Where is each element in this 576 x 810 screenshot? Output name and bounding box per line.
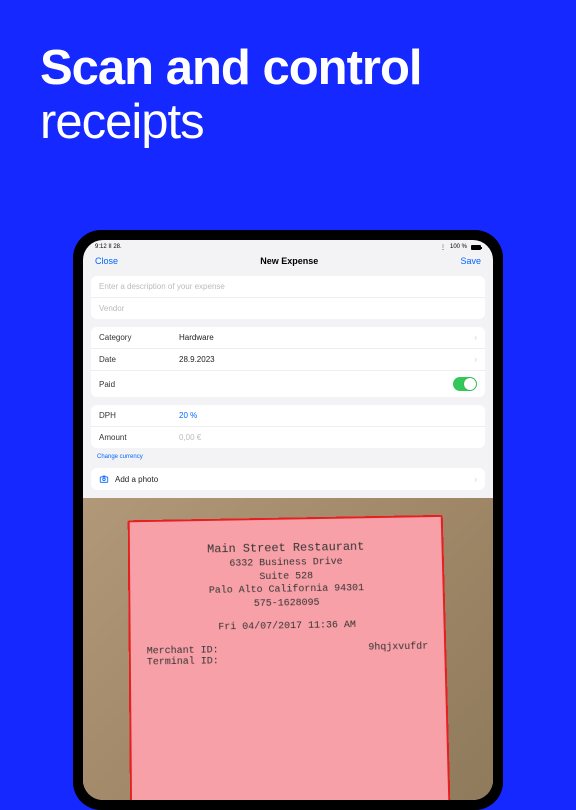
- hero-light: receipts: [40, 95, 204, 149]
- status-time: 9:12 II 28.: [95, 244, 122, 250]
- chevron-right-icon: ›: [474, 333, 477, 342]
- battery-icon: [471, 245, 481, 250]
- vendor-placeholder: Vendor: [99, 304, 477, 313]
- amount-label: Amount: [99, 433, 179, 442]
- battery-text: 100 %: [450, 244, 467, 250]
- amount-row[interactable]: Amount 0,00 €: [91, 427, 485, 448]
- amount-group: DPH 20 % Amount 0,00 €: [91, 405, 485, 448]
- terminal-id-label: Terminal ID:: [147, 656, 219, 668]
- vendor-field[interactable]: Vendor: [91, 298, 485, 319]
- category-value: Hardware: [179, 333, 474, 342]
- status-bar: 9:12 II 28. ⋮ 100 %: [83, 240, 493, 252]
- nav-bar: Close New Expense Save: [83, 252, 493, 272]
- date-label: Date: [99, 355, 179, 364]
- camera-icon: [99, 474, 109, 484]
- add-photo-label: Add a photo: [115, 475, 474, 484]
- description-placeholder: Enter a description of your expense: [99, 282, 477, 291]
- dph-row[interactable]: DPH 20 %: [91, 405, 485, 427]
- dph-label: DPH: [99, 411, 179, 420]
- save-button[interactable]: Save: [460, 256, 481, 266]
- chevron-right-icon: ›: [474, 475, 477, 484]
- main-group: Category Hardware › Date 28.9.2023 › Pai…: [91, 327, 485, 397]
- category-row[interactable]: Category Hardware ›: [91, 327, 485, 349]
- description-group: Enter a description of your expense Vend…: [91, 276, 485, 319]
- paid-toggle[interactable]: [453, 377, 477, 391]
- amount-value: 0,00 €: [179, 433, 477, 442]
- change-currency-link[interactable]: Change currency: [83, 452, 493, 464]
- detected-receipt: Main Street Restaurant 6332 Business Dri…: [128, 515, 452, 800]
- page-title: New Expense: [260, 256, 318, 266]
- hero-bold: Scan and control: [40, 41, 422, 95]
- tablet-frame: 9:12 II 28. ⋮ 100 % Close New Expense Sa…: [73, 230, 503, 810]
- category-label: Category: [99, 333, 179, 342]
- wifi-icon: ⋮: [440, 244, 446, 251]
- date-value: 28.9.2023: [179, 355, 474, 364]
- add-photo-row[interactable]: Add a photo ›: [91, 468, 485, 490]
- hero-headline: Scan and control receipts: [0, 0, 576, 150]
- close-button[interactable]: Close: [95, 256, 118, 266]
- dph-value: 20 %: [179, 411, 477, 420]
- description-field[interactable]: Enter a description of your expense: [91, 276, 485, 298]
- chevron-right-icon: ›: [474, 355, 477, 364]
- paid-label: Paid: [99, 380, 179, 389]
- camera-viewport: Main Street Restaurant 6332 Business Dri…: [83, 498, 493, 800]
- paid-row: Paid: [91, 371, 485, 397]
- device-screen: 9:12 II 28. ⋮ 100 % Close New Expense Sa…: [83, 240, 493, 800]
- photo-group: Add a photo ›: [91, 468, 485, 490]
- date-row[interactable]: Date 28.9.2023 ›: [91, 349, 485, 371]
- merchant-id-value: 9hqjxvufdr: [368, 641, 428, 653]
